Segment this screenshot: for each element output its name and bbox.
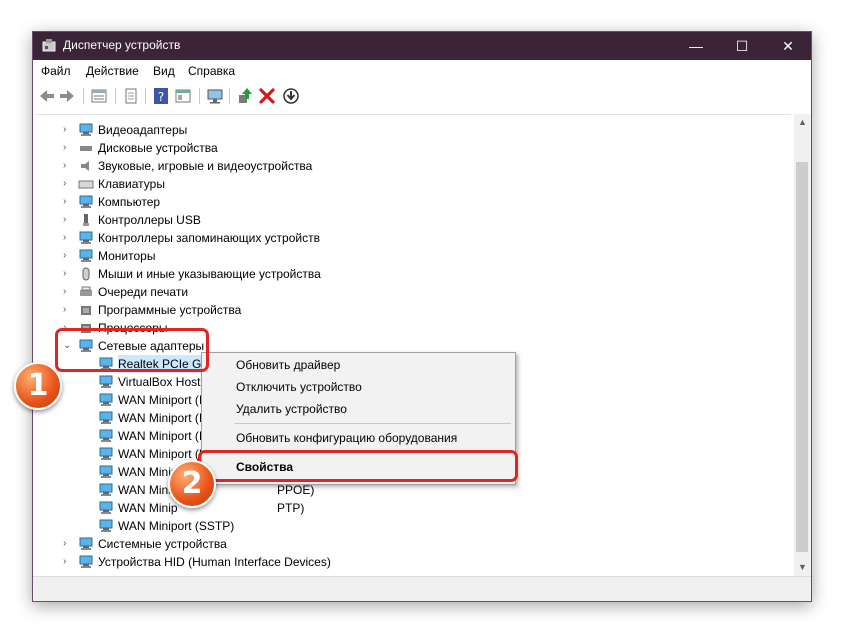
tree-item-label: Звуковые, игровые и видеоустройства: [98, 159, 313, 173]
update-driver-icon[interactable]: [235, 86, 255, 106]
toolbar-separator: [229, 88, 230, 104]
toolbar: ?: [33, 82, 811, 110]
computer-icon: [79, 195, 93, 208]
expand-chevron-icon[interactable]: ›: [63, 553, 73, 571]
tree-item-label: WAN Miniport (SSTP): [118, 519, 235, 533]
back-arrow-icon[interactable]: [37, 86, 57, 106]
network-adapter-icon: [99, 375, 113, 388]
print-queue-icon: [80, 286, 92, 296]
vertical-scrollbar[interactable]: ▲ ▼: [794, 114, 811, 576]
print-icon[interactable]: [121, 86, 141, 106]
tree-item-label: Программные устройства: [98, 303, 242, 317]
menu-help[interactable]: Справка: [188, 64, 235, 78]
tree-item-label: WAN Miniport (I: [118, 429, 203, 443]
network-adapter-icon: [99, 393, 113, 406]
device-manager-window: Диспетчер устройств — ☐ ✕ Файл Действие …: [32, 31, 812, 602]
tree-item-label: WAN Miniport (I: [118, 411, 203, 425]
network-adapter-icon: [99, 483, 113, 496]
toolbar-separator: [145, 88, 146, 104]
hid-device-icon: [79, 555, 93, 568]
expand-chevron-icon[interactable]: ›: [63, 175, 73, 193]
tree-item-label: Дисковые устройства: [98, 141, 218, 155]
expand-chevron-icon[interactable]: ›: [63, 301, 73, 319]
menu-item-uninstall-device[interactable]: Удалить устройство: [236, 399, 347, 419]
tree-item-label: WAN Minip: [118, 501, 178, 515]
display-adapter-icon: [79, 123, 93, 136]
expand-chevron-icon[interactable]: ›: [63, 229, 73, 247]
network-adapter-icon: [99, 429, 113, 442]
expand-chevron-icon[interactable]: ›: [63, 211, 73, 229]
expand-chevron-icon[interactable]: ›: [63, 139, 73, 157]
scroll-up-icon[interactable]: ▲: [794, 114, 811, 131]
menu-separator: [234, 423, 511, 424]
delete-icon[interactable]: [257, 86, 277, 106]
close-button[interactable]: ✕: [765, 32, 811, 60]
download-icon[interactable]: [281, 86, 301, 106]
monitor-icon[interactable]: [205, 86, 225, 106]
sound-device-icon: [81, 161, 89, 171]
device-manager-icon: [42, 39, 56, 52]
expand-chevron-icon[interactable]: ›: [63, 121, 73, 139]
tree-item-label: Мониторы: [98, 249, 156, 263]
tree-item-label: Очереди печати: [98, 285, 189, 299]
step-badge-2: 2: [168, 460, 216, 508]
tree-item-label: VirtualBox Host-: [118, 375, 205, 389]
tree-item-label-tail: PTP): [277, 501, 305, 515]
expand-chevron-icon[interactable]: ›: [63, 265, 73, 283]
mouse-icon: [82, 267, 90, 281]
menu-item-disable-device[interactable]: Отключить устройство: [236, 377, 362, 397]
system-device-icon: [79, 537, 93, 550]
tree-item-label: Клавиатуры: [98, 177, 165, 191]
network-adapter-icon: [99, 501, 113, 514]
forward-arrow-icon[interactable]: [57, 86, 77, 106]
expand-chevron-icon[interactable]: ›: [63, 157, 73, 175]
software-device-icon: [81, 306, 91, 315]
highlight-properties: [198, 450, 518, 482]
monitor-icon: [79, 249, 93, 262]
network-adapter-icon: [99, 519, 113, 532]
expand-chevron-icon[interactable]: ›: [63, 247, 73, 265]
network-adapter-icon: [99, 465, 113, 478]
tree-item-label: Мыши и иные указывающие устройства: [98, 267, 321, 281]
window-title: Диспетчер устройств: [63, 38, 181, 52]
tree-item-label: Видеоадаптеры: [98, 123, 188, 137]
network-adapter-icon: [99, 411, 113, 424]
menu-file[interactable]: Файл: [41, 64, 71, 78]
help-icon[interactable]: ?: [151, 86, 171, 106]
view-icon[interactable]: [173, 86, 193, 106]
tree-item-label: Контроллеры запоминающих устройств: [98, 231, 320, 245]
tree-item-label: Системные устройства: [98, 537, 227, 551]
highlight-network-adapters: [55, 328, 209, 372]
disk-drive-icon: [80, 146, 92, 151]
toolbar-separator: [115, 88, 116, 104]
tree-item-label: Компьютер: [98, 195, 161, 209]
menu-item-scan-hardware[interactable]: Обновить конфигурацию оборудования: [236, 428, 457, 448]
scroll-down-icon[interactable]: ▼: [794, 559, 811, 576]
network-adapter-icon: [99, 447, 113, 460]
maximize-button[interactable]: ☐: [719, 32, 765, 60]
usb-controller-icon: [83, 214, 89, 226]
scrollbar-thumb[interactable]: [796, 162, 808, 552]
keyboard-icon: [78, 180, 94, 189]
menu-item-update-driver[interactable]: Обновить драйвер: [236, 355, 340, 375]
step-badge-1: 1: [14, 362, 62, 410]
expand-chevron-icon[interactable]: ›: [63, 283, 73, 301]
menu-view[interactable]: Вид: [153, 64, 175, 78]
storage-controller-icon: [79, 231, 93, 244]
toolbar-separator: [83, 88, 84, 104]
tree-item-label: Контроллеры USB: [98, 213, 201, 227]
expand-chevron-icon[interactable]: ›: [63, 193, 73, 211]
properties-sheet-icon[interactable]: [89, 86, 109, 106]
menu-bar: Файл Действие Вид Справка: [33, 60, 811, 82]
title-bar[interactable]: Диспетчер устройств — ☐ ✕: [33, 32, 811, 60]
toolbar-separator: [199, 88, 200, 104]
tree-item-label: WAN Miniport (I: [118, 393, 203, 407]
svg-text:?: ?: [158, 90, 164, 104]
menu-action[interactable]: Действие: [86, 64, 139, 78]
minimize-button[interactable]: —: [673, 32, 719, 60]
tree-item-label: Устройства HID (Human Interface Devices): [98, 555, 331, 569]
expand-chevron-icon[interactable]: ›: [63, 535, 73, 553]
status-bar: [33, 576, 811, 601]
